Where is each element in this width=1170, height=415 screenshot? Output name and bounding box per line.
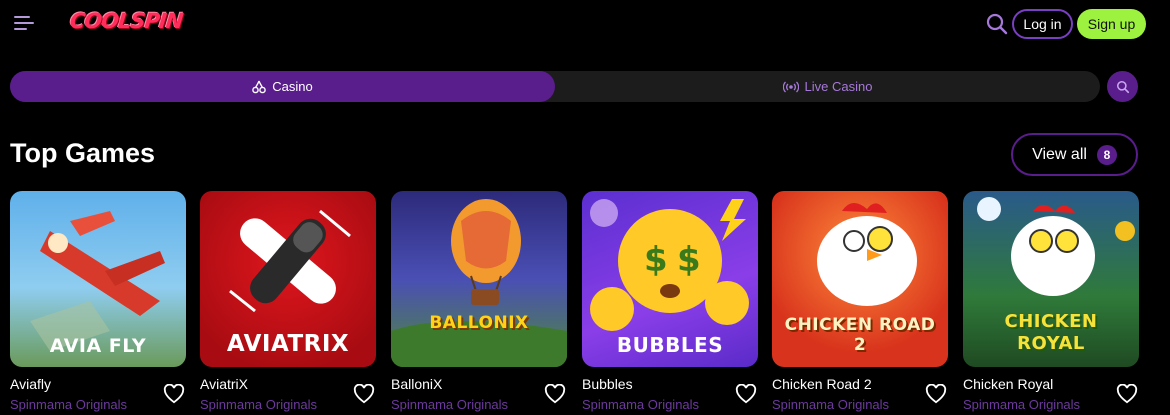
site-header: COOLSPIN Log in Sign up bbox=[0, 0, 1170, 48]
game-search-button[interactable] bbox=[1107, 71, 1138, 102]
game-card-bubbles[interactable]: $ $ BUBBLES Bubbles Spinmama Originals bbox=[582, 191, 758, 415]
thumbnail-title: CHICKEN ROYAL bbox=[1004, 311, 1098, 354]
tab-casino-label: Casino bbox=[272, 79, 313, 94]
broadcast-icon bbox=[782, 81, 799, 92]
game-name[interactable]: Chicken Royal bbox=[963, 376, 1053, 392]
view-all-button[interactable]: View all 8 bbox=[1011, 133, 1138, 176]
game-thumbnail[interactable]: CHICKEN ROAD 2 bbox=[772, 191, 948, 367]
game-name[interactable]: BalloniX bbox=[391, 376, 442, 392]
category-tabs: Casino Live Casino bbox=[10, 71, 1100, 102]
game-provider: Spinmama Originals bbox=[391, 397, 509, 412]
thumbnail-title: BUBBLES bbox=[616, 333, 724, 357]
game-card-chicken-royal[interactable]: CHICKEN ROYAL Chicken Royal Spinmama Ori… bbox=[963, 191, 1139, 415]
heart-icon[interactable] bbox=[544, 384, 566, 404]
tab-casino[interactable]: Casino bbox=[10, 71, 555, 102]
tab-live-casino[interactable]: Live Casino bbox=[555, 71, 1100, 102]
svg-text:$: $ bbox=[677, 240, 701, 280]
site-logo[interactable]: COOLSPIN bbox=[69, 9, 184, 33]
game-thumbnail[interactable]: CHICKEN ROYAL bbox=[963, 191, 1139, 367]
thumbnail-title: CHICKEN ROAD 2 bbox=[784, 315, 936, 355]
heart-icon[interactable] bbox=[1116, 384, 1138, 404]
game-name[interactable]: Bubbles bbox=[582, 376, 633, 392]
heart-icon[interactable] bbox=[353, 384, 375, 404]
heart-icon[interactable] bbox=[925, 384, 947, 404]
game-provider: Spinmama Originals bbox=[10, 397, 128, 412]
tab-live-casino-label: Live Casino bbox=[804, 79, 873, 94]
game-provider: Spinmama Originals bbox=[582, 397, 700, 412]
game-card-ballonix[interactable]: BALLONIX BalloniX Spinmama Originals bbox=[391, 191, 567, 415]
game-name[interactable]: Aviafly bbox=[10, 376, 51, 392]
hamburger-menu-icon[interactable] bbox=[14, 14, 36, 34]
game-provider: Spinmama Originals bbox=[963, 397, 1081, 412]
thumbnail-title: AVIATRIX bbox=[226, 331, 350, 357]
search-icon bbox=[1116, 80, 1129, 93]
game-name[interactable]: Chicken Road 2 bbox=[772, 376, 872, 392]
game-card-chicken-road-2[interactable]: CHICKEN ROAD 2 Chicken Road 2 Spinmama O… bbox=[772, 191, 948, 415]
section-title: Top Games bbox=[10, 138, 156, 168]
thumbnail-title: BALLONIX bbox=[429, 313, 529, 333]
game-card-aviafly[interactable]: AVIA FLY Aviafly Spinmama Originals bbox=[10, 191, 186, 415]
thumbnail-title: AVIA FLY bbox=[49, 335, 147, 357]
game-thumbnail[interactable]: BALLONIX bbox=[391, 191, 567, 367]
hot-air-balloon-illustration bbox=[391, 199, 567, 367]
game-provider: Spinmama Originals bbox=[772, 397, 890, 412]
game-thumbnail[interactable]: AVIA FLY bbox=[10, 191, 186, 367]
game-card-aviatrix[interactable]: AVIATRIX AviatriX Spinmama Originals bbox=[200, 191, 376, 415]
view-all-label: View all bbox=[1032, 145, 1087, 163]
game-thumbnail[interactable]: AVIATRIX bbox=[200, 191, 376, 367]
heart-icon[interactable] bbox=[163, 384, 185, 404]
search-icon[interactable] bbox=[985, 12, 1009, 36]
heart-icon[interactable] bbox=[735, 384, 757, 404]
game-provider: Spinmama Originals bbox=[200, 397, 318, 412]
cherry-icon bbox=[252, 80, 267, 93]
svg-text:$: $ bbox=[644, 240, 668, 280]
game-name[interactable]: AviatriX bbox=[200, 376, 248, 392]
game-thumbnail[interactable]: $ $ BUBBLES bbox=[582, 191, 758, 367]
signup-button[interactable]: Sign up bbox=[1077, 9, 1146, 39]
view-all-count-badge: 8 bbox=[1096, 144, 1117, 165]
login-button[interactable]: Log in bbox=[1012, 9, 1073, 39]
